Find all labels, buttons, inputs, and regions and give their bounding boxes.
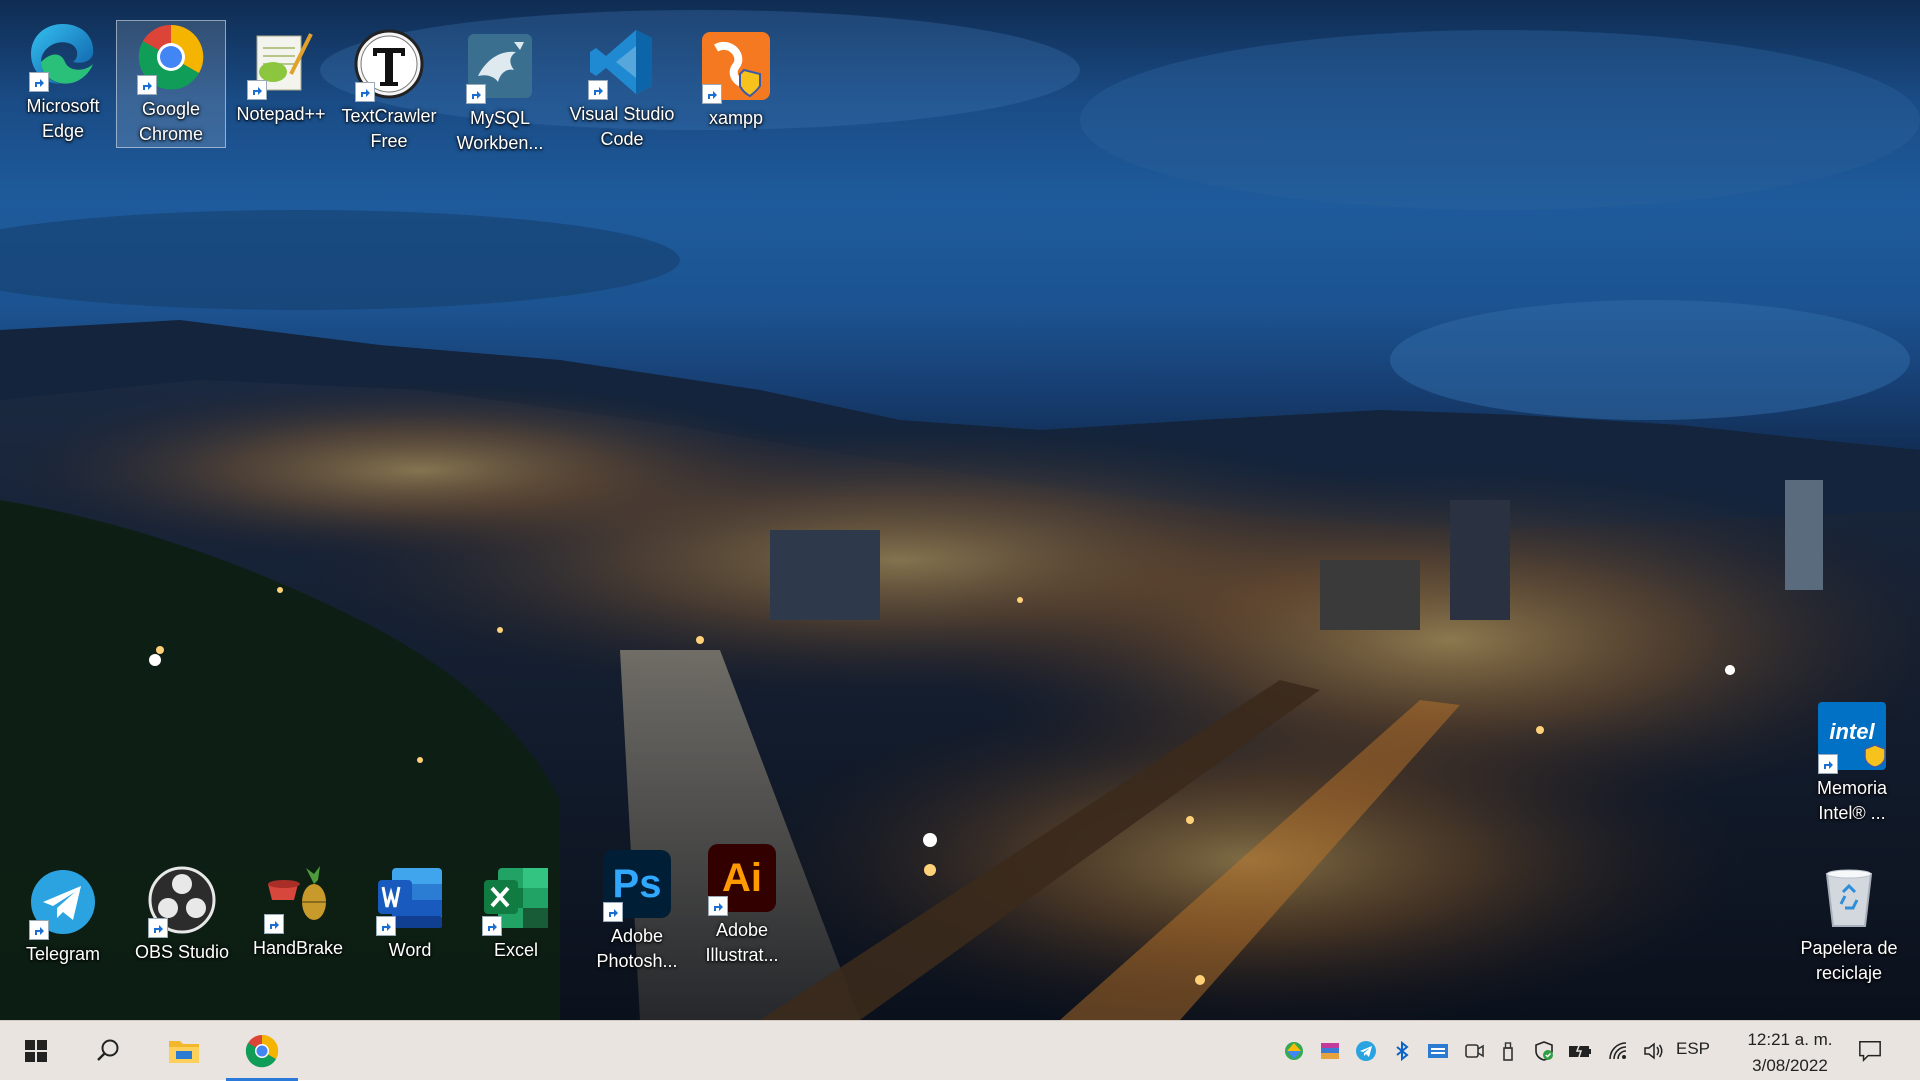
start-icon [25,1040,47,1062]
notepadpp-icon [245,26,317,100]
notification-icon[interactable] [1858,1039,1882,1063]
desktop-icon-label: Word [388,940,432,960]
input-language-indicator[interactable]: ESP [1676,1039,1710,1059]
vscode-icon [586,26,658,100]
desktop-icon-recycle-bin[interactable]: Papelera de reciclaje [1794,860,1904,986]
photoshop-icon: Ps [601,848,673,922]
mysql-workbench-icon [464,30,536,104]
desktop-icon-adobe-illustrator[interactable]: Ai Adobe Illustrat... [688,842,796,968]
desktop-icon-label: Adobe Photosh... [596,926,678,971]
excel-icon [480,862,552,936]
desktop-icon-label: Papelera de reciclaje [1800,938,1898,983]
telegram-tray-icon[interactable] [1354,1039,1378,1063]
desktop-icon-textcrawler[interactable]: TextCrawler Free [335,28,443,154]
desktop-icon-obs-studio[interactable]: OBS Studio [128,864,236,965]
desktop-icon-notepad-plus-plus[interactable]: Notepad++ [227,26,335,127]
start-button[interactable] [0,1021,72,1081]
desktop-icon-xampp[interactable]: xampp [682,30,790,131]
desktop-icon-adobe-photoshop[interactable]: Ps Adobe Photosh... [583,848,691,974]
search-button[interactable] [72,1021,144,1081]
clock-date: 3/08/2022 [1752,1056,1828,1075]
winrar-icon[interactable] [1318,1039,1342,1063]
file-explorer-button[interactable] [148,1021,220,1081]
taskbar-chrome-button[interactable] [226,1021,298,1081]
desktop-icon-visual-studio-code[interactable]: Visual Studio Code [568,26,676,152]
desktop-icon-intel-memoria[interactable]: intel Memoria Intel® ... [1798,700,1906,826]
desktop-icon-label: Telegram [25,944,101,964]
file-explorer-icon [169,1041,199,1063]
desktop-icon-label: Excel [493,940,538,960]
taskbar: ESP 12:21 a. m. 3/08/2022 [0,1020,1920,1081]
desktop-icon-label: Google Chrome [138,99,204,144]
desktop-icon-mysql-workbench[interactable]: MySQL Workben... [446,30,554,156]
intel-icon: intel [1816,700,1888,774]
bluetooth-icon[interactable] [1390,1039,1414,1063]
telegram-icon [27,866,99,940]
chrome-icon [135,21,207,95]
desktop-icon-microsoft-edge[interactable]: Microsoft Edge [9,18,117,144]
desktop-icon-word[interactable]: Word [356,862,464,963]
illustrator-icon: Ai [706,842,778,916]
google-drive-icon[interactable] [1282,1039,1306,1063]
xampp-icon [700,30,772,104]
volume-icon[interactable] [1642,1039,1666,1063]
system-clock[interactable]: 12:21 a. m. 3/08/2022 [1730,1027,1850,1079]
desktop-icon-google-chrome[interactable]: Google Chrome [116,20,226,148]
meet-now-icon[interactable] [1462,1039,1486,1063]
desktop-icon-handbrake[interactable]: HandBrake [244,860,352,961]
desktop-icon-label: Microsoft Edge [26,96,100,141]
desktop-icon-label: Notepad++ [236,104,326,124]
desktop-icon-label: TextCrawler Free [341,106,437,151]
security-icon[interactable] [1532,1039,1556,1063]
desktop-icon-excel[interactable]: Excel [462,862,570,963]
handbrake-icon [262,860,334,934]
keyboard-icon[interactable] [1426,1039,1450,1063]
search-icon [97,1039,119,1061]
desktop-icon-label: MySQL Workben... [456,108,544,153]
word-icon [374,862,446,936]
recycle-bin-icon [1813,860,1885,932]
textcrawler-icon [353,28,425,102]
desktop-icon-label: HandBrake [252,938,344,958]
clock-time: 12:21 a. m. [1747,1030,1833,1049]
obs-icon [146,864,218,938]
desktop-icon-label: Adobe Illustrat... [705,920,779,965]
desktop-icon-label: Visual Studio Code [569,104,675,149]
wifi-icon[interactable] [1606,1039,1630,1063]
desktop-icon-telegram[interactable]: Telegram [9,866,117,967]
desktop-icon-label: Memoria Intel® ... [1816,778,1887,823]
desktop-icon-label: OBS Studio [134,942,230,962]
chrome-icon [245,1034,279,1068]
desktop-icon-label: xampp [708,108,764,128]
edge-icon [27,18,99,92]
usb-icon[interactable] [1496,1039,1520,1063]
battery-icon[interactable] [1568,1039,1592,1063]
